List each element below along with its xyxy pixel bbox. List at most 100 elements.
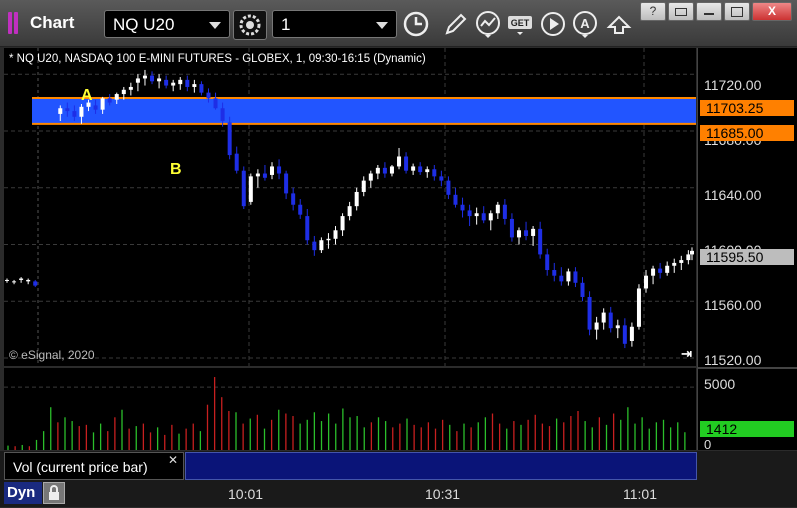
candle-body <box>545 254 550 271</box>
maximize-button[interactable] <box>724 2 750 21</box>
volume-chart-svg[interactable] <box>4 368 696 450</box>
candle-body <box>65 108 70 112</box>
maximize-icon[interactable] <box>731 7 743 17</box>
interval-dropdown-icon[interactable] <box>376 22 388 29</box>
dynamic-mode-button[interactable]: Dyn <box>4 482 42 504</box>
candle-body <box>269 166 274 175</box>
minimize-button[interactable] <box>696 2 722 21</box>
candle-body <box>100 98 105 110</box>
price-chart-pane[interactable]: AB * NQ U20, NASDAQ 100 E-MINI FUTURES -… <box>4 48 696 366</box>
pane-divider[interactable] <box>698 367 797 369</box>
cursor-icon[interactable] <box>604 9 634 39</box>
candle-body <box>107 98 112 103</box>
volume-study-label[interactable]: Vol (current price bar) <box>4 452 184 480</box>
time-tick: 11:01 <box>623 486 657 502</box>
candle-body <box>121 89 126 95</box>
candle-body <box>672 262 677 266</box>
lock-icon[interactable] <box>43 482 65 504</box>
symbol-dropdown-icon[interactable] <box>209 22 221 29</box>
candle-body <box>566 271 571 282</box>
candle-body <box>12 281 17 283</box>
restore-button[interactable] <box>668 2 694 21</box>
volume-last-tag: 1412 <box>700 421 794 437</box>
price-tick: 11720.00 <box>704 77 762 93</box>
candle-body <box>312 241 317 251</box>
candle-body <box>58 108 63 114</box>
candle-body <box>262 173 267 178</box>
candle-body <box>284 173 289 194</box>
candle-body <box>213 98 218 109</box>
price-tick: 11560.00 <box>704 297 762 313</box>
candle-body <box>5 279 9 281</box>
chart-info-label: * NQ U20, NASDAQ 100 E-MINI FUTURES - GL… <box>9 53 426 65</box>
get-icon[interactable]: GET <box>506 9 536 39</box>
candle-body <box>114 94 119 100</box>
candle-body <box>241 170 246 207</box>
settings-gear-icon[interactable] <box>234 11 266 39</box>
volume-pane[interactable] <box>4 368 696 450</box>
close-button[interactable]: X <box>752 2 792 21</box>
candle-body <box>375 167 380 174</box>
candle-body <box>411 166 416 171</box>
candle-body <box>580 282 585 297</box>
candle-body <box>615 325 620 329</box>
last-price-tag: 11595.50 <box>700 249 794 265</box>
candle-body <box>488 213 493 221</box>
lower-level-tag: 11685.00 <box>700 125 794 141</box>
study-panel-bar[interactable] <box>185 452 697 480</box>
candle-body <box>397 156 402 167</box>
price-tick: 11640.00 <box>704 187 762 203</box>
candle-body <box>72 111 77 117</box>
candle-body <box>206 92 211 99</box>
candle-body <box>404 156 409 171</box>
candle-body <box>19 278 24 280</box>
minimize-icon[interactable] <box>704 13 714 15</box>
candle-body <box>361 180 366 192</box>
settings-button[interactable] <box>233 10 267 40</box>
candle-body <box>594 322 599 330</box>
close-study-icon[interactable]: ✕ <box>168 453 178 467</box>
candle-body <box>460 204 465 211</box>
candle-body <box>389 166 394 174</box>
candle-body <box>26 279 31 282</box>
candle-body <box>509 218 514 238</box>
help-button[interactable]: ? <box>640 2 666 21</box>
scroll-to-end-icon[interactable]: ⇥ <box>681 346 692 362</box>
candle-body <box>425 169 430 173</box>
interval-value[interactable]: 1 <box>281 15 290 34</box>
candle-body <box>150 75 155 82</box>
interval-input[interactable]: 1 <box>272 10 397 38</box>
candle-body <box>227 122 232 156</box>
symbol-value[interactable]: NQ U20 <box>113 15 174 34</box>
study-icon[interactable] <box>473 9 503 39</box>
price-chart-svg[interactable]: AB <box>4 48 696 366</box>
candle-body <box>439 176 444 181</box>
candle-body <box>432 169 437 177</box>
price-tick: 11520.00 <box>704 352 762 368</box>
candle-body <box>446 180 451 195</box>
restore-icon[interactable] <box>675 8 687 16</box>
candle-body <box>552 270 557 276</box>
candle-body <box>185 79 190 87</box>
play-icon[interactable] <box>538 9 568 39</box>
clock-icon[interactable] <box>401 9 431 39</box>
candle-body <box>305 216 310 241</box>
candle-body <box>319 240 324 251</box>
candle-body <box>234 153 239 171</box>
symbol-input[interactable]: NQ U20 <box>104 10 230 38</box>
candle-body <box>135 78 140 83</box>
chart-toolbar: Chart NQ U20 1 GET A ? X <box>0 0 797 47</box>
price-axis[interactable]: 11720.00 11680.00 11640.00 11600.00 1156… <box>697 48 797 452</box>
volume-zero-tick: 0 <box>704 437 712 452</box>
time-tick: 10:01 <box>228 486 264 502</box>
svg-text:GET: GET <box>511 18 530 28</box>
volume-tick: 5000 <box>704 376 736 392</box>
svg-text:A: A <box>580 16 590 31</box>
candle-body <box>474 213 479 217</box>
alert-a-icon[interactable]: A <box>570 9 600 39</box>
pencil-draw-icon[interactable] <box>440 9 470 39</box>
candle-body <box>354 191 359 207</box>
candle-body <box>559 275 564 282</box>
annotation-b: B <box>170 161 182 178</box>
candle-body <box>171 82 176 86</box>
